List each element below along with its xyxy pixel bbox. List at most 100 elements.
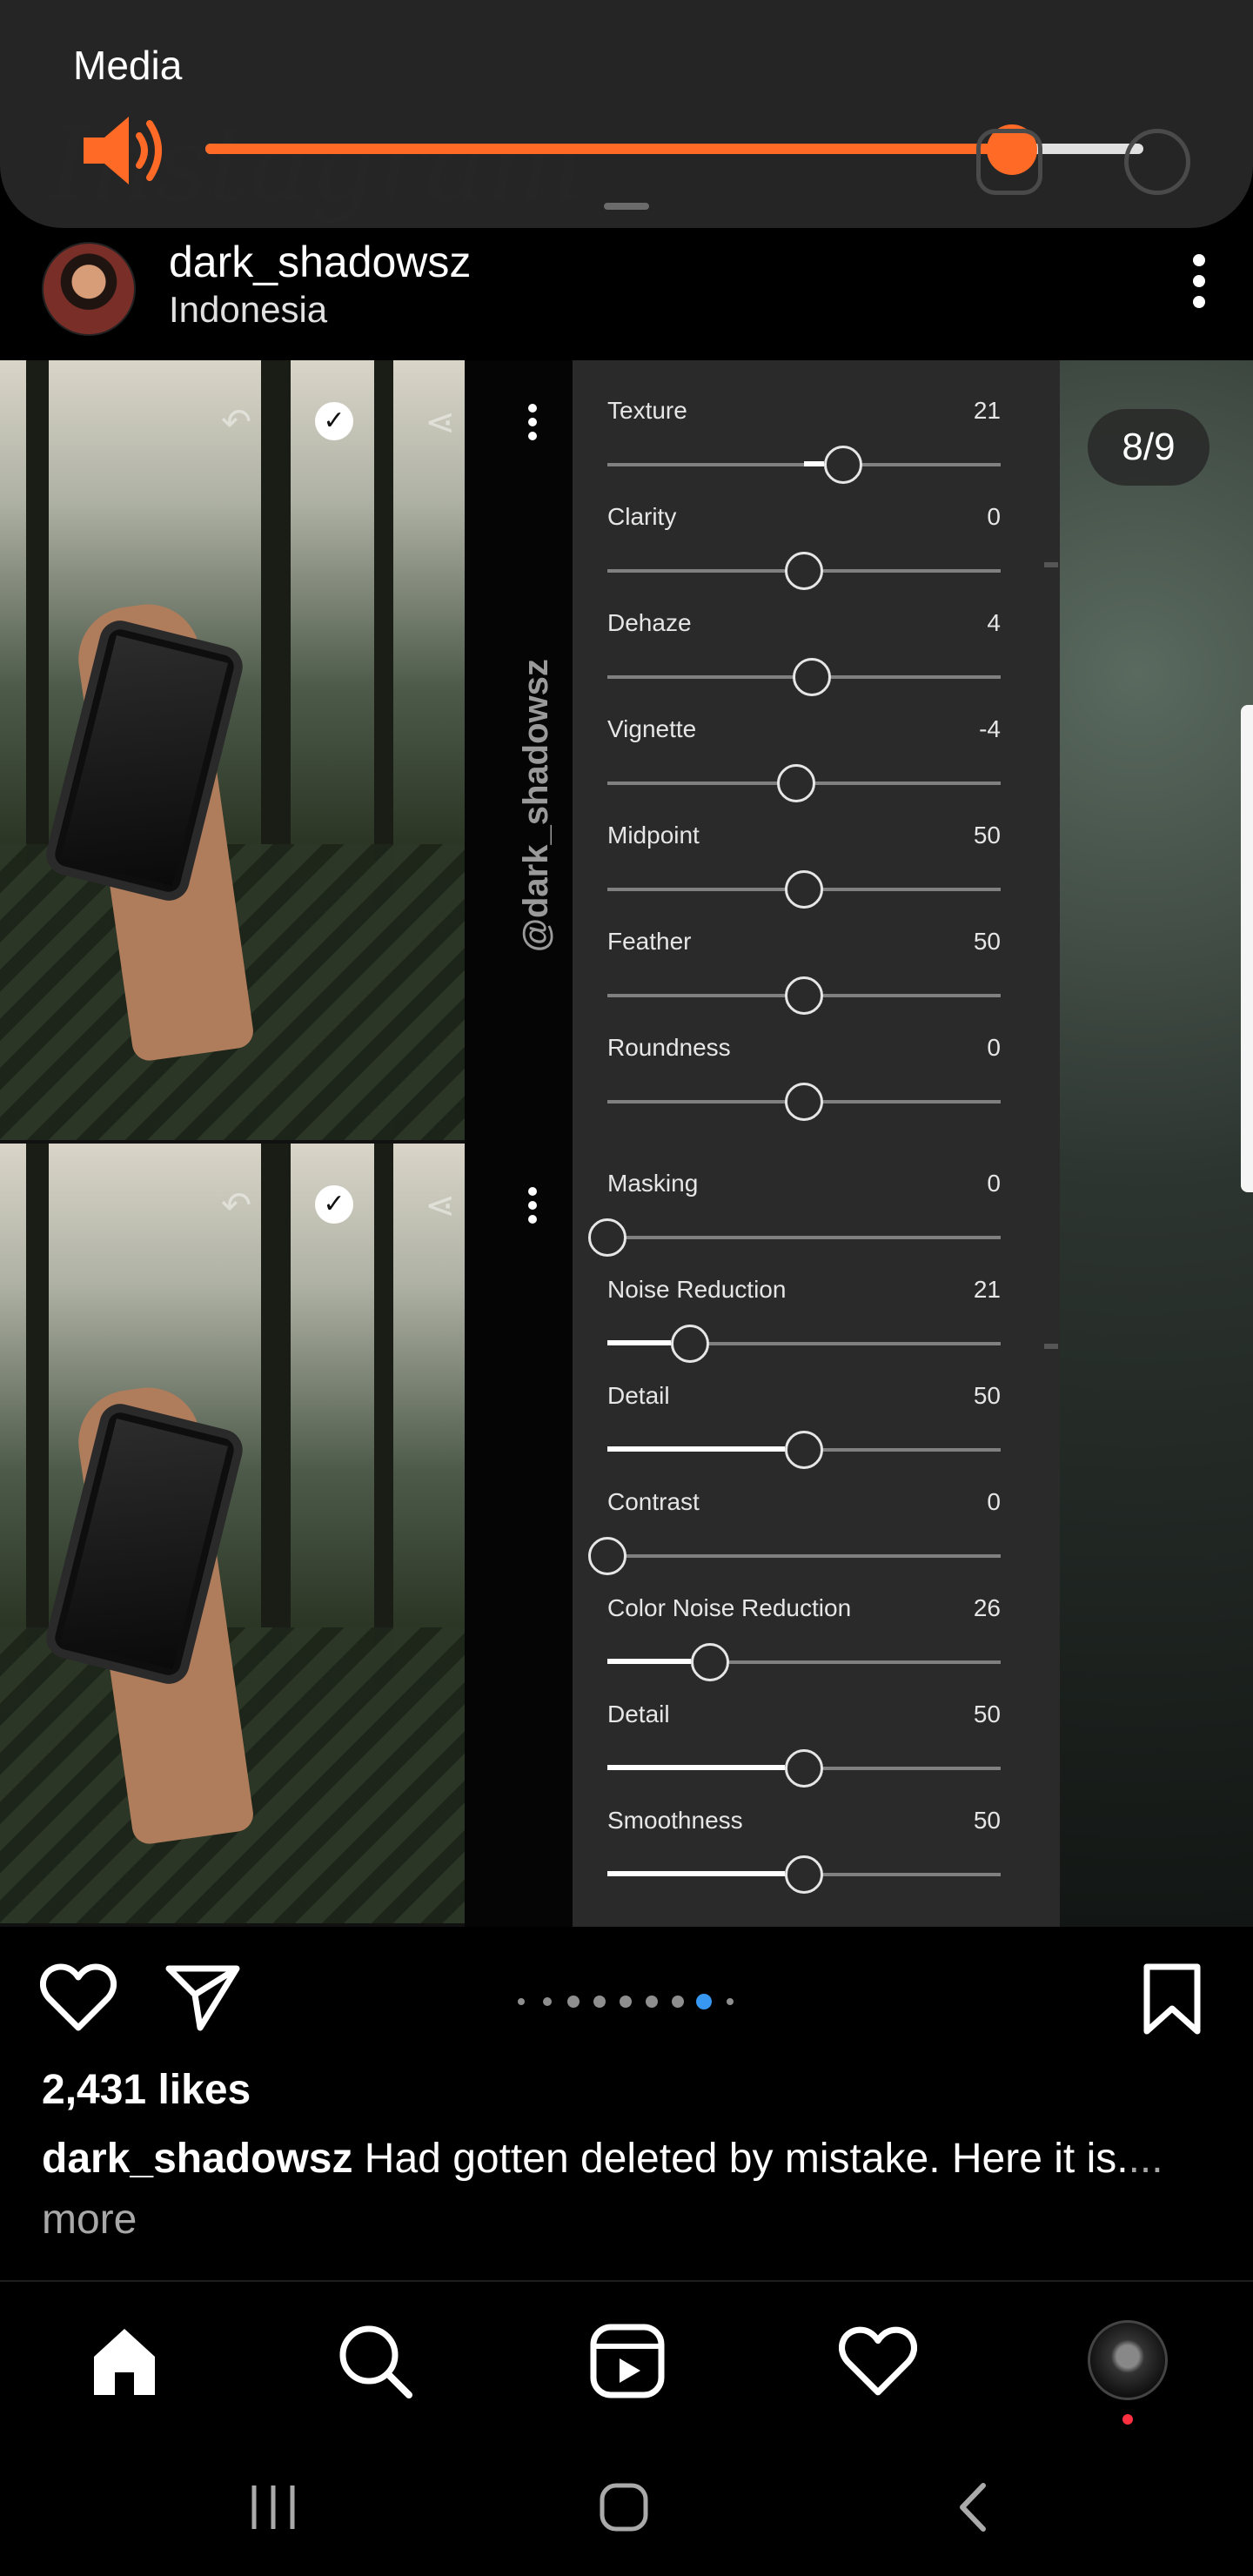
carousel-dot: [672, 1996, 684, 2008]
home-button-icon[interactable]: [593, 2477, 654, 2538]
carousel-dot: [593, 1996, 606, 2008]
slider-knob[interactable]: [670, 1325, 709, 1363]
caption-text: Had gotten deleted by mistake. Here it i…: [352, 2136, 1129, 2182]
search-icon[interactable]: [336, 2322, 414, 2400]
post-media[interactable]: ↶ ✓ ⋖ ↶ ✓ ⋖ @dark_shadowsz Texture 21 Clar…: [0, 360, 1253, 1927]
back-icon[interactable]: [943, 2477, 1004, 2538]
carousel-dot: [696, 1994, 712, 2009]
slider-clarity[interactable]: Clarity 0: [607, 484, 1001, 590]
slider-value: 26: [973, 1594, 1001, 1621]
carousel-dot: [543, 1997, 552, 2006]
slider-value: 50: [973, 1701, 1001, 1727]
avatar[interactable]: [42, 242, 136, 336]
paper-plane-icon[interactable]: [165, 1962, 240, 2033]
slider-label: Masking: [607, 1170, 699, 1197]
carousel-dot: [620, 1996, 632, 2008]
slider-value: 0: [987, 1488, 1001, 1515]
recent-apps-icon[interactable]: [244, 2477, 305, 2538]
likes-count[interactable]: 2,431 likes: [42, 2066, 251, 2114]
slider-value: 50: [973, 928, 1001, 955]
slider-fill: [804, 461, 825, 466]
heart-icon[interactable]: [40, 1962, 117, 2033]
carousel-dot: [567, 1996, 580, 2008]
slider-knob[interactable]: [690, 1643, 729, 1681]
slider-value: 50: [973, 822, 1001, 849]
panel-drag-handle[interactable]: [604, 203, 649, 210]
slider-label: Feather: [607, 928, 692, 955]
slider-noise-reduction[interactable]: Noise Reduction 21: [607, 1257, 1001, 1363]
slider-dehaze[interactable]: Dehaze 4: [607, 590, 1001, 696]
post-location[interactable]: Indonesia: [169, 289, 327, 331]
slider-knob[interactable]: [776, 764, 815, 802]
slider-contrast[interactable]: Contrast 0: [588, 1469, 1001, 1575]
slider-track[interactable]: [607, 1554, 1001, 1558]
slider-color-noise-reduction[interactable]: Color Noise Reduction 26: [607, 1575, 1001, 1681]
slider-fill: [607, 1765, 785, 1770]
slider-feather[interactable]: Feather 50: [607, 909, 1001, 1015]
slider-label: Detail: [607, 1701, 670, 1727]
slider-knob[interactable]: [785, 552, 823, 590]
slider-knob[interactable]: [785, 1431, 823, 1469]
share-icon: ⋖: [425, 401, 456, 442]
slider-value: -4: [979, 715, 1001, 742]
slider-knob[interactable]: [824, 446, 863, 484]
messenger-icon: [1124, 129, 1190, 195]
slider-knob[interactable]: [785, 870, 823, 909]
panel-scroll-marker: [1044, 562, 1058, 567]
slider-vignette[interactable]: Vignette -4: [607, 696, 1001, 802]
slider-value: 50: [973, 1382, 1001, 1409]
carousel-dot: [727, 1998, 734, 2005]
slider-knob[interactable]: [793, 658, 832, 696]
system-navigation: [0, 2437, 1253, 2576]
slider-label: Smoothness: [607, 1807, 743, 1834]
slider-label: Texture: [607, 397, 687, 424]
more-vert-icon: [527, 404, 538, 442]
slider-label: Dehaze: [607, 609, 692, 636]
undo-icon: ↶: [221, 401, 252, 442]
slider-knob[interactable]: [588, 1218, 626, 1257]
share-icon: ⋖: [425, 1184, 456, 1225]
notification-dot: [1122, 2414, 1133, 2425]
slider-label: Color Noise Reduction: [607, 1594, 852, 1621]
slider-texture[interactable]: Texture 21: [607, 378, 1001, 484]
slider-smoothness[interactable]: Smoothness 50: [607, 1788, 1001, 1894]
activity-heart-icon[interactable]: [839, 2322, 917, 2400]
home-icon[interactable]: [85, 2322, 164, 2400]
caption: dark_shadowsz Had gotten deleted by mist…: [42, 2129, 1173, 2251]
slider-fill: [607, 1871, 785, 1876]
post-username[interactable]: dark_shadowsz: [169, 237, 471, 287]
slider-track[interactable]: [607, 1236, 1001, 1239]
slider-detail[interactable]: Detail 50: [607, 1681, 1001, 1788]
slider-knob[interactable]: [588, 1537, 626, 1575]
profile-avatar[interactable]: [1088, 2320, 1168, 2400]
post-actions: [0, 1927, 1253, 2066]
slider-knob[interactable]: [785, 1083, 823, 1121]
edge-panel-handle[interactable]: [1241, 705, 1253, 1192]
slider-value: 50: [973, 1807, 1001, 1834]
slider-value: 0: [987, 503, 1001, 530]
slider-fill: [607, 1659, 691, 1664]
slider-knob[interactable]: [785, 1749, 823, 1788]
speaker-icon[interactable]: [80, 111, 167, 190]
slider-knob[interactable]: [785, 976, 823, 1015]
slider-roundness[interactable]: Roundness 0: [607, 1015, 1001, 1121]
preview-photo-top: ↶ ✓ ⋖: [0, 360, 465, 1140]
check-icon: ✓: [315, 402, 353, 440]
slider-label: Midpoint: [607, 822, 700, 849]
more-options-icon[interactable]: [1190, 254, 1208, 320]
check-icon: ✓: [315, 1185, 353, 1224]
slider-masking[interactable]: Masking 0: [588, 1150, 1001, 1257]
slider-knob[interactable]: [785, 1855, 823, 1894]
slider-value: 0: [987, 1034, 1001, 1061]
slider-midpoint[interactable]: Midpoint 50: [607, 802, 1001, 909]
preview-photo-bottom: ↶ ✓ ⋖: [0, 1144, 465, 1923]
media-volume-panel: Media: [0, 0, 1253, 228]
media-label: Media: [73, 43, 183, 88]
caption-username[interactable]: dark_shadowsz: [42, 2136, 352, 2182]
reels-icon[interactable]: [588, 2322, 667, 2400]
panel-scroll-marker: [1044, 1344, 1058, 1349]
bookmark-icon[interactable]: [1142, 1962, 1203, 2036]
carousel-dot: [518, 1998, 525, 2005]
more-vert-icon: [527, 1187, 538, 1225]
slider-detail[interactable]: Detail 50: [607, 1363, 1001, 1469]
